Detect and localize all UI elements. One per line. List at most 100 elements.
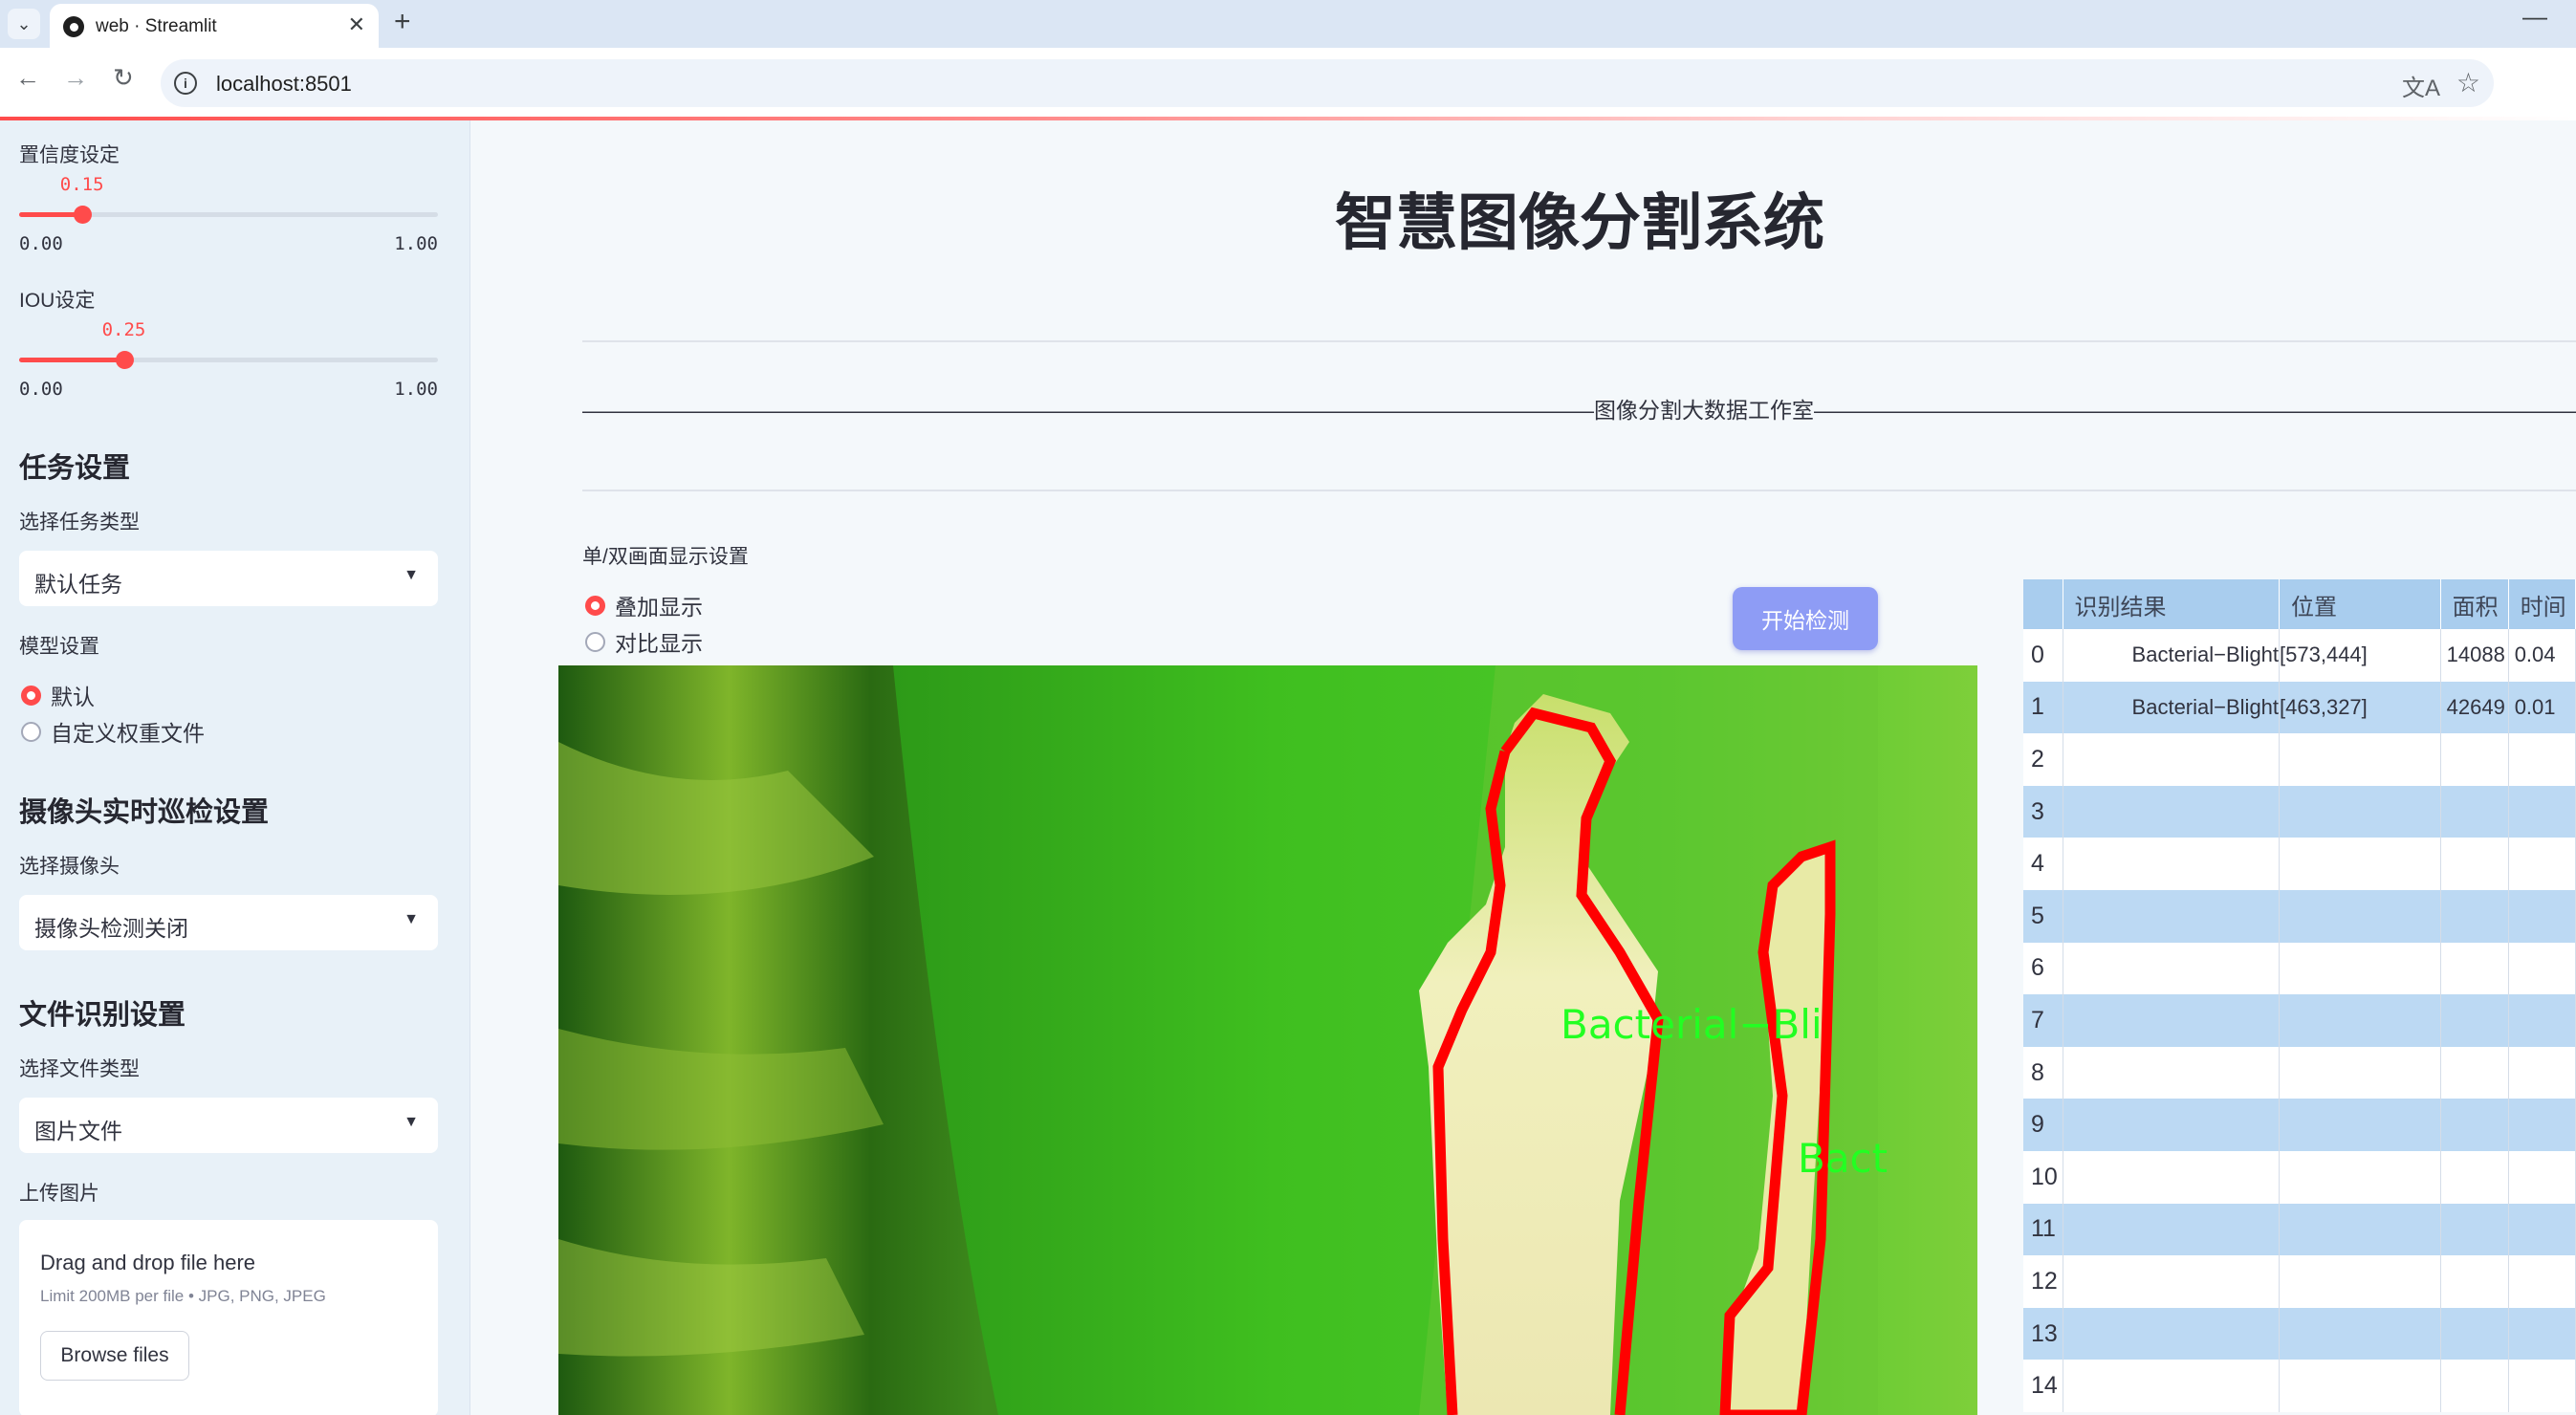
table-cell-time — [2508, 1255, 2576, 1308]
iou-slider[interactable]: 0.25 0.00 1.00 — [19, 319, 438, 400]
table-cell-pos — [2279, 733, 2441, 786]
table-cell-pos — [2279, 785, 2441, 838]
chevron-down-icon[interactable]: ▼ — [404, 567, 419, 584]
table-cell-idx: 11 — [2023, 1203, 2063, 1256]
table-cell-idx: 14 — [2023, 1360, 2063, 1412]
confidence-label: 置信度设定 — [19, 144, 120, 166]
browse-files-button[interactable]: Browse files — [40, 1331, 189, 1381]
model-option-default[interactable]: 默认 — [21, 679, 95, 711]
table-cell-idx: 9 — [2023, 1099, 2063, 1151]
file-type-label: 选择文件类型 — [19, 1058, 140, 1080]
address-bar[interactable]: i localhost:8501 文A ☆ — [161, 59, 2494, 107]
table-cell-area — [2440, 994, 2509, 1047]
table-cell-area — [2440, 1150, 2509, 1204]
star-icon[interactable]: ☆ — [2456, 67, 2480, 98]
table-cell-idx: 10 — [2023, 1150, 2063, 1204]
table-cell-cls — [2063, 889, 2281, 943]
forward-icon[interactable]: → — [63, 63, 88, 93]
radio-unselected[interactable] — [585, 631, 605, 652]
table-row[interactable]: 11 — [2023, 1203, 2576, 1256]
tab-dropdown-icon[interactable]: ⌄ — [8, 9, 40, 39]
table-cell-area — [2440, 942, 2509, 995]
table-row[interactable]: 2 — [2023, 733, 2576, 786]
radio-label: 默认 — [51, 685, 95, 709]
table-row[interactable]: 0 Bacterial−Blight [573,444] 14088 0.04 — [2023, 629, 2576, 682]
browser-tab-active[interactable]: web · Streamlit ✕ — [50, 4, 379, 48]
table-cell-pos: [463,327] — [2279, 681, 2441, 734]
radio-selected[interactable] — [21, 685, 41, 706]
url-text[interactable]: localhost:8501 — [216, 72, 352, 97]
select-value: 摄像头检测关闭 — [34, 916, 188, 941]
column-header-index[interactable] — [2023, 579, 2063, 629]
model-option-custom[interactable]: 自定义权重文件 — [21, 715, 205, 748]
radio-selected[interactable] — [585, 595, 605, 616]
iou-label: IOU设定 — [19, 290, 96, 312]
table-cell-idx: 1 — [2023, 681, 2063, 734]
column-header-position[interactable]: 位置 — [2279, 579, 2441, 629]
table-cell-time — [2508, 1307, 2576, 1361]
table-row[interactable]: 4 — [2023, 838, 2576, 890]
table-cell-cls — [2063, 1203, 2281, 1256]
camera-settings-header: 摄像头实时巡检设置 — [19, 797, 270, 828]
tab-title: web · Streamlit — [96, 16, 217, 36]
display-option-compare[interactable]: 对比显示 — [585, 625, 703, 658]
table-cell-time — [2508, 994, 2576, 1047]
camera-label: 选择摄像头 — [19, 856, 120, 878]
plus-icon[interactable]: + — [394, 6, 411, 38]
table-cell-pos — [2279, 1150, 2441, 1204]
table-cell-cls: Bacterial−Blight — [2063, 629, 2281, 682]
translate-icon[interactable]: 文A — [2402, 69, 2440, 102]
table-cell-cls — [2063, 1046, 2281, 1099]
table-row[interactable]: 6 — [2023, 942, 2576, 995]
table-cell-cls — [2063, 994, 2281, 1047]
table-row[interactable]: 10 — [2023, 1150, 2576, 1204]
slider-max: 1.00 — [394, 379, 438, 400]
column-header-time[interactable]: 时间 — [2508, 579, 2576, 629]
start-detection-button[interactable]: 开始检测 — [1733, 587, 1878, 650]
table-row[interactable]: 9 — [2023, 1099, 2576, 1151]
confidence-slider[interactable]: 0.15 0.00 1.00 — [19, 174, 438, 254]
slider-value: 0.15 — [59, 174, 104, 195]
display-option-overlay[interactable]: 叠加显示 — [585, 589, 703, 621]
table-cell-cls — [2063, 1150, 2281, 1204]
chevron-down-icon[interactable]: ▼ — [404, 911, 419, 928]
table-cell-idx: 6 — [2023, 942, 2063, 995]
segmentation-result-image: Bacterial−Bli Bact — [558, 665, 1977, 1415]
close-icon[interactable]: ✕ — [348, 12, 365, 37]
slider-thumb[interactable] — [115, 351, 134, 369]
favicon-icon — [63, 16, 84, 37]
table-cell-time: 0.04 — [2508, 629, 2576, 682]
info-icon[interactable]: i — [174, 72, 197, 95]
table-row[interactable]: 3 — [2023, 785, 2576, 838]
table-row[interactable]: 1 Bacterial−Blight [463,327] 42649 0.01 — [2023, 681, 2576, 734]
model-settings-label: 模型设置 — [19, 636, 99, 658]
column-header-area[interactable]: 面积 — [2440, 579, 2509, 629]
table-cell-pos — [2279, 1046, 2441, 1099]
table-cell-time: 0.01 — [2508, 681, 2576, 734]
results-table[interactable]: 识别结果 位置 面积 时间 0 Bacterial−Blight [573,444]… — [2023, 579, 2576, 1415]
file-uploader-dropzone[interactable]: Drag and drop file here Limit 200MB per … — [19, 1220, 438, 1415]
table-cell-cls — [2063, 942, 2281, 995]
table-row[interactable]: 7 — [2023, 994, 2576, 1047]
back-icon[interactable]: ← — [15, 63, 40, 93]
column-header-class[interactable]: 识别结果 — [2063, 579, 2281, 629]
task-type-select[interactable]: 默认任务 ▼ — [19, 551, 438, 606]
table-row[interactable]: 14 — [2023, 1360, 2576, 1412]
table-row[interactable]: 8 — [2023, 1046, 2576, 1099]
radio-unselected[interactable] — [21, 721, 41, 742]
table-row[interactable]: 5 — [2023, 889, 2576, 943]
table-cell-cls: Bacterial−Blight — [2063, 681, 2281, 734]
reload-icon[interactable]: ↻ — [113, 63, 134, 93]
camera-select[interactable]: 摄像头检测关闭 ▼ — [19, 895, 438, 950]
divider — [582, 340, 2576, 342]
table-row[interactable]: 13 — [2023, 1307, 2576, 1361]
select-value: 默认任务 — [34, 572, 122, 597]
table-row[interactable]: 12 — [2023, 1255, 2576, 1308]
chevron-down-icon[interactable]: ▼ — [404, 1114, 419, 1131]
leaf-photo: Bacterial−Bli Bact — [558, 665, 1977, 1415]
studio-caption: ————————————————————————————————————————… — [582, 398, 2576, 423]
minimize-icon[interactable]: — — [2522, 2, 2547, 32]
slider-thumb[interactable] — [73, 206, 92, 224]
file-type-select[interactable]: 图片文件 ▼ — [19, 1098, 438, 1153]
table-cell-idx: 12 — [2023, 1255, 2063, 1308]
